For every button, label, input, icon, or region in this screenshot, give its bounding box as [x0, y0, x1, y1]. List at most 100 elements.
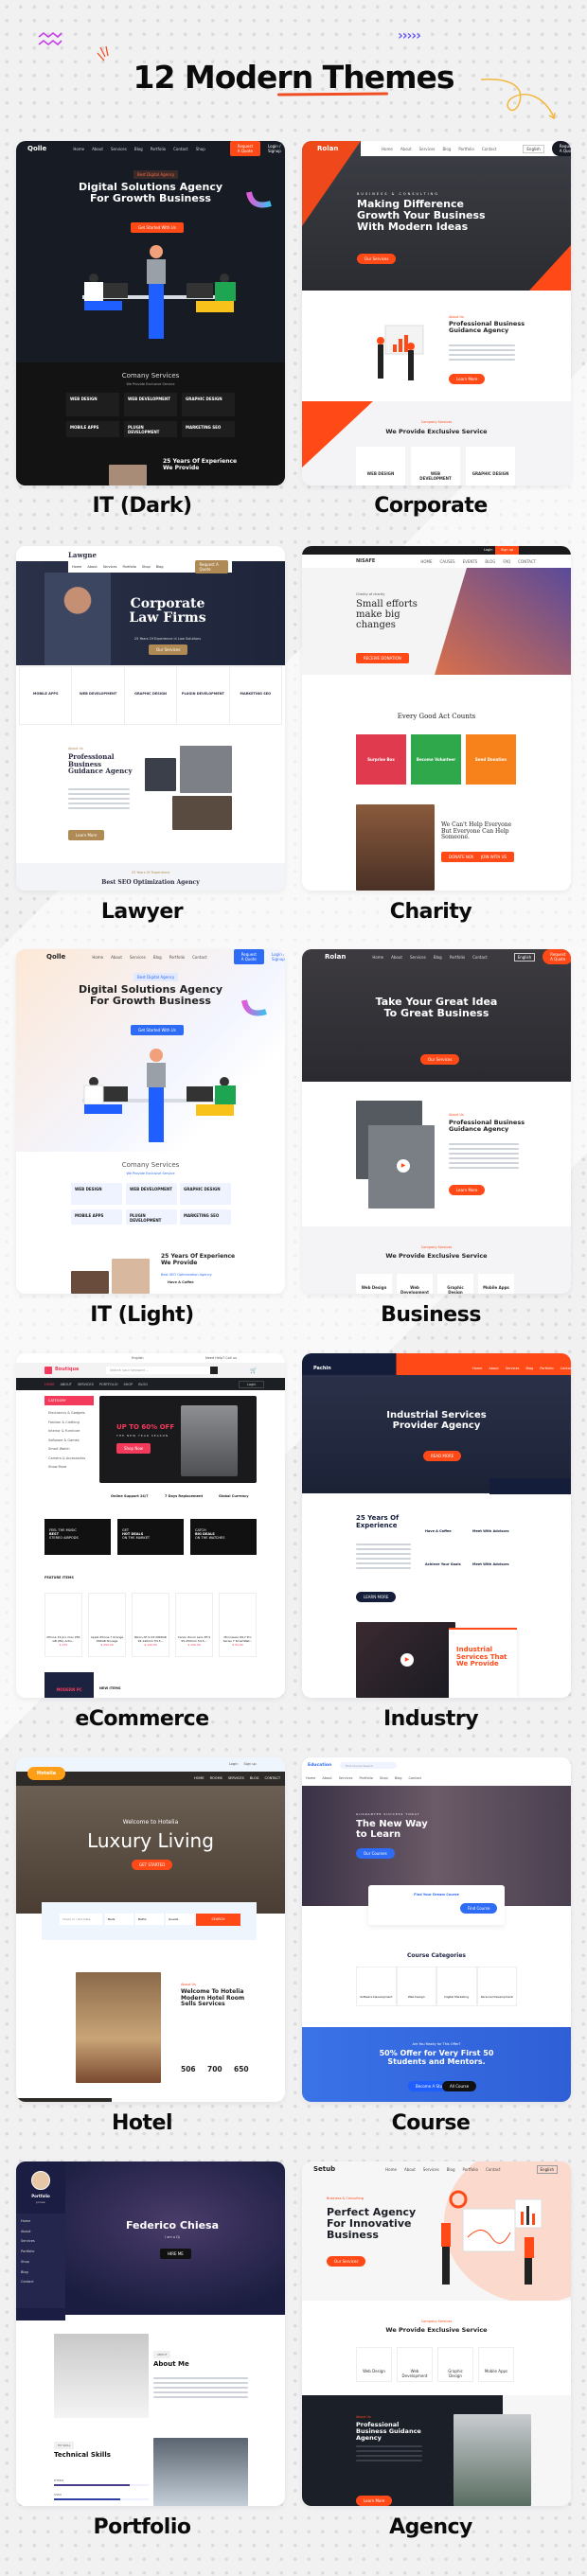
theme-label-charity: Charity: [389, 900, 472, 924]
services-section: Company Services We Provide Exclusive Se…: [302, 2301, 571, 2395]
logo: Rolan: [317, 145, 339, 152]
mini-nav: NISAFE HOME CAUSES EVENTS BLOG FAQ CONTACT: [356, 558, 537, 564]
hero-headline: The New Way to Learn: [356, 1819, 428, 1840]
theme-label-it-dark: IT (Dark): [92, 494, 192, 518]
logo: Hotelia: [27, 1767, 65, 1780]
services-section: Company Services We Provide Exclusive Se…: [302, 401, 571, 485]
lawyer-photo-2: [145, 758, 176, 791]
promo-tile: CATCH BIG DEALS ON THE WATCHES: [190, 1519, 257, 1555]
services-section: Comany Services We Provide Exclusive Ser…: [16, 1152, 285, 1294]
lawyer-photo-3: [180, 746, 232, 793]
hero-headline: Luxury Living: [87, 1829, 214, 1852]
profile-photo: [54, 2334, 149, 2418]
child-photo-2: [356, 804, 435, 891]
theme-card-course[interactable]: Education Find Course Search Home About Se…: [302, 1757, 571, 2102]
person-photo: [109, 465, 147, 485]
portfolio-photo: [153, 2438, 248, 2506]
category-list: Electronics & Gadgets Fashion & Clothing I…: [48, 1411, 86, 1469]
chevrons-icon: ›››››: [398, 28, 421, 44]
theme-card-corporate[interactable]: Home About Services Blog Portfolio Contact En…: [302, 141, 571, 485]
course-finder: Find Your Dream Course Find Course: [368, 1885, 505, 1925]
theme-label-agency: Agency: [389, 2515, 472, 2539]
theme-label-hotel: Hotel: [111, 2111, 173, 2135]
team-illustration: [82, 245, 236, 339]
quote-button: Request A Quote: [229, 141, 261, 156]
promo-banner: UP TO 60% OFF THE NEW YEAR SEASON Shop N…: [99, 1396, 257, 1483]
hero-headline: Small efforts make big changes: [356, 599, 418, 630]
category-row: Software Development Web Design Digital …: [356, 1967, 517, 2006]
cause-card: Send Donation: [466, 734, 516, 785]
ring-decoration: [241, 999, 267, 1016]
room-photo: [76, 1972, 161, 2083]
theme-card-charity[interactable]: Login Sign up NISAFE HOME CAUSES EVENTS BLO…: [302, 546, 571, 891]
mini-nav: Qolle Home About Services Blog Portfolio Cont…: [16, 141, 285, 156]
theme-card-it-light[interactable]: Qolle Home About Services Blog Portfolio Cont…: [16, 949, 285, 1294]
top-bar: English Need Help? Call us: [132, 1356, 237, 1360]
lawyer-photo: [44, 573, 111, 665]
theme-card-lawyer[interactable]: Lawgne Home About Services Portfolio Shop Blo…: [16, 546, 285, 891]
play-icon: ▶: [400, 1653, 414, 1667]
theme-card-business[interactable]: Rolan Home About Services Blog Portfolio Cont…: [302, 949, 571, 1294]
page-header: ››››› 12 Modern Themes: [0, 0, 587, 123]
mini-nav: Qolle Home About Services Blog Portfolio Cont…: [16, 949, 285, 964]
theme-card-industry[interactable]: Pachin Home About Services Blog Portfolio Con…: [302, 1353, 571, 1698]
skill-bar: [54, 2498, 149, 2500]
mini-nav: Setub Home About Services Blog Portfolio Cont…: [302, 2161, 571, 2177]
theme-label-it-light: IT (Light): [90, 1303, 194, 1327]
swirl-arrow-icon: [480, 79, 556, 120]
badge: Best Digital Agency: [133, 170, 179, 179]
sidebar: Portfolio Joinee Home About Services Portfo…: [16, 2161, 65, 2320]
services-section: Comany Services We Provide Exclusive Ser…: [16, 362, 285, 485]
hero-headline: Corporate Law Firms: [129, 596, 206, 626]
hero-headline: Industrial Services Provider Agency: [386, 1410, 487, 1431]
hero-headline: Take Your Great Idea To Great Business: [375, 996, 498, 1020]
hero-headline: Federico Chiesa: [125, 2219, 220, 2232]
cart-icon: 🛒: [250, 1367, 258, 1374]
theme-card-ecommerce[interactable]: English Need Help? Call us Boutique Sear…: [16, 1353, 285, 1698]
theme-label-portfolio: Portfolio: [93, 2515, 192, 2539]
theme-label-lawyer: Lawyer: [100, 900, 184, 924]
hero-headline: Digital Solutions Agency For Growth Busi…: [78, 181, 223, 205]
avatar: [31, 2171, 50, 2190]
top-bar: Login Sign up: [302, 546, 571, 555]
hero-headline: Digital Solutions Agency For Growth Busi…: [78, 983, 223, 1008]
mini-nav: Rolan Home About Services Blog Portfolio Cont…: [302, 949, 571, 964]
theme-label-corporate: Corporate: [374, 494, 488, 518]
booking-form: Check In / Out Date Beds Baths Guests SE…: [42, 1902, 257, 1940]
search-input: Search your keyword ...: [106, 1367, 213, 1374]
zigzag-icon: [38, 32, 62, 46]
search-button: SEARCH: [196, 1914, 240, 1926]
services-section: Company Services We Provide Exclusive Se…: [302, 1226, 571, 1294]
nav-links: Home About Services Blog Portfolio Contact Sho…: [73, 146, 205, 151]
theme-card-portfolio[interactable]: Portfolio Joinee Home About Services Portfo…: [16, 2161, 285, 2506]
theme-label-ecommerce: eCommerce: [75, 1707, 209, 1731]
promo-tile: FEEL THE MUSIC BEST STEREO AIRPODS: [44, 1519, 111, 1555]
about-text-lines: [449, 342, 515, 363]
promo-tile: GET HOT DEALS ON THE MARKET: [117, 1519, 184, 1555]
product-row: iPhone 14 pro max 256 GB (HK) Activ... $ …: [44, 1593, 257, 1657]
skill-bar: [54, 2484, 149, 2486]
search-input: Find Course Search: [340, 1762, 397, 1769]
hero-photo: [302, 1375, 571, 1493]
cause-card: Become Volunteer: [411, 734, 461, 785]
shop-icon: [44, 1367, 52, 1374]
theme-card-agency[interactable]: Setub Home About Services Blog Portfolio Cont…: [302, 2161, 571, 2506]
lawyer-photo-4: [172, 796, 232, 830]
mini-nav: Home About Services Portfolio Shop Blog Reque…: [68, 560, 232, 573]
ring-decoration: [246, 191, 272, 208]
hero-button: Get Started With Us: [131, 222, 184, 233]
cause-card: Surprise Box: [356, 734, 406, 785]
search-icon: [210, 1367, 218, 1374]
hero-headline: Perfect Agency For Innovative Business: [327, 2206, 417, 2242]
theme-label-business: Business: [381, 1303, 481, 1327]
theme-card-it-dark[interactable]: Qolle Home About Services Blog Portfolio Cont…: [16, 141, 285, 485]
play-icon: ▶: [397, 1159, 410, 1173]
category-header: CATEGORY: [44, 1396, 94, 1405]
mini-nav: Home About Services Blog Portfolio Contact En…: [361, 141, 571, 156]
agency-illustration: [441, 2190, 543, 2285]
theme-label-industry: Industry: [382, 1707, 479, 1731]
child-photo: [435, 568, 571, 675]
services-row: MOBILE APPS WEB DEVELOPMENT GRAPHIC DESI…: [19, 666, 282, 725]
theme-label-course: Course: [391, 2111, 471, 2135]
theme-card-hotel[interactable]: Login Sign up HOME ROOMS SERVICES BLOG CONTAC…: [16, 1757, 285, 2102]
